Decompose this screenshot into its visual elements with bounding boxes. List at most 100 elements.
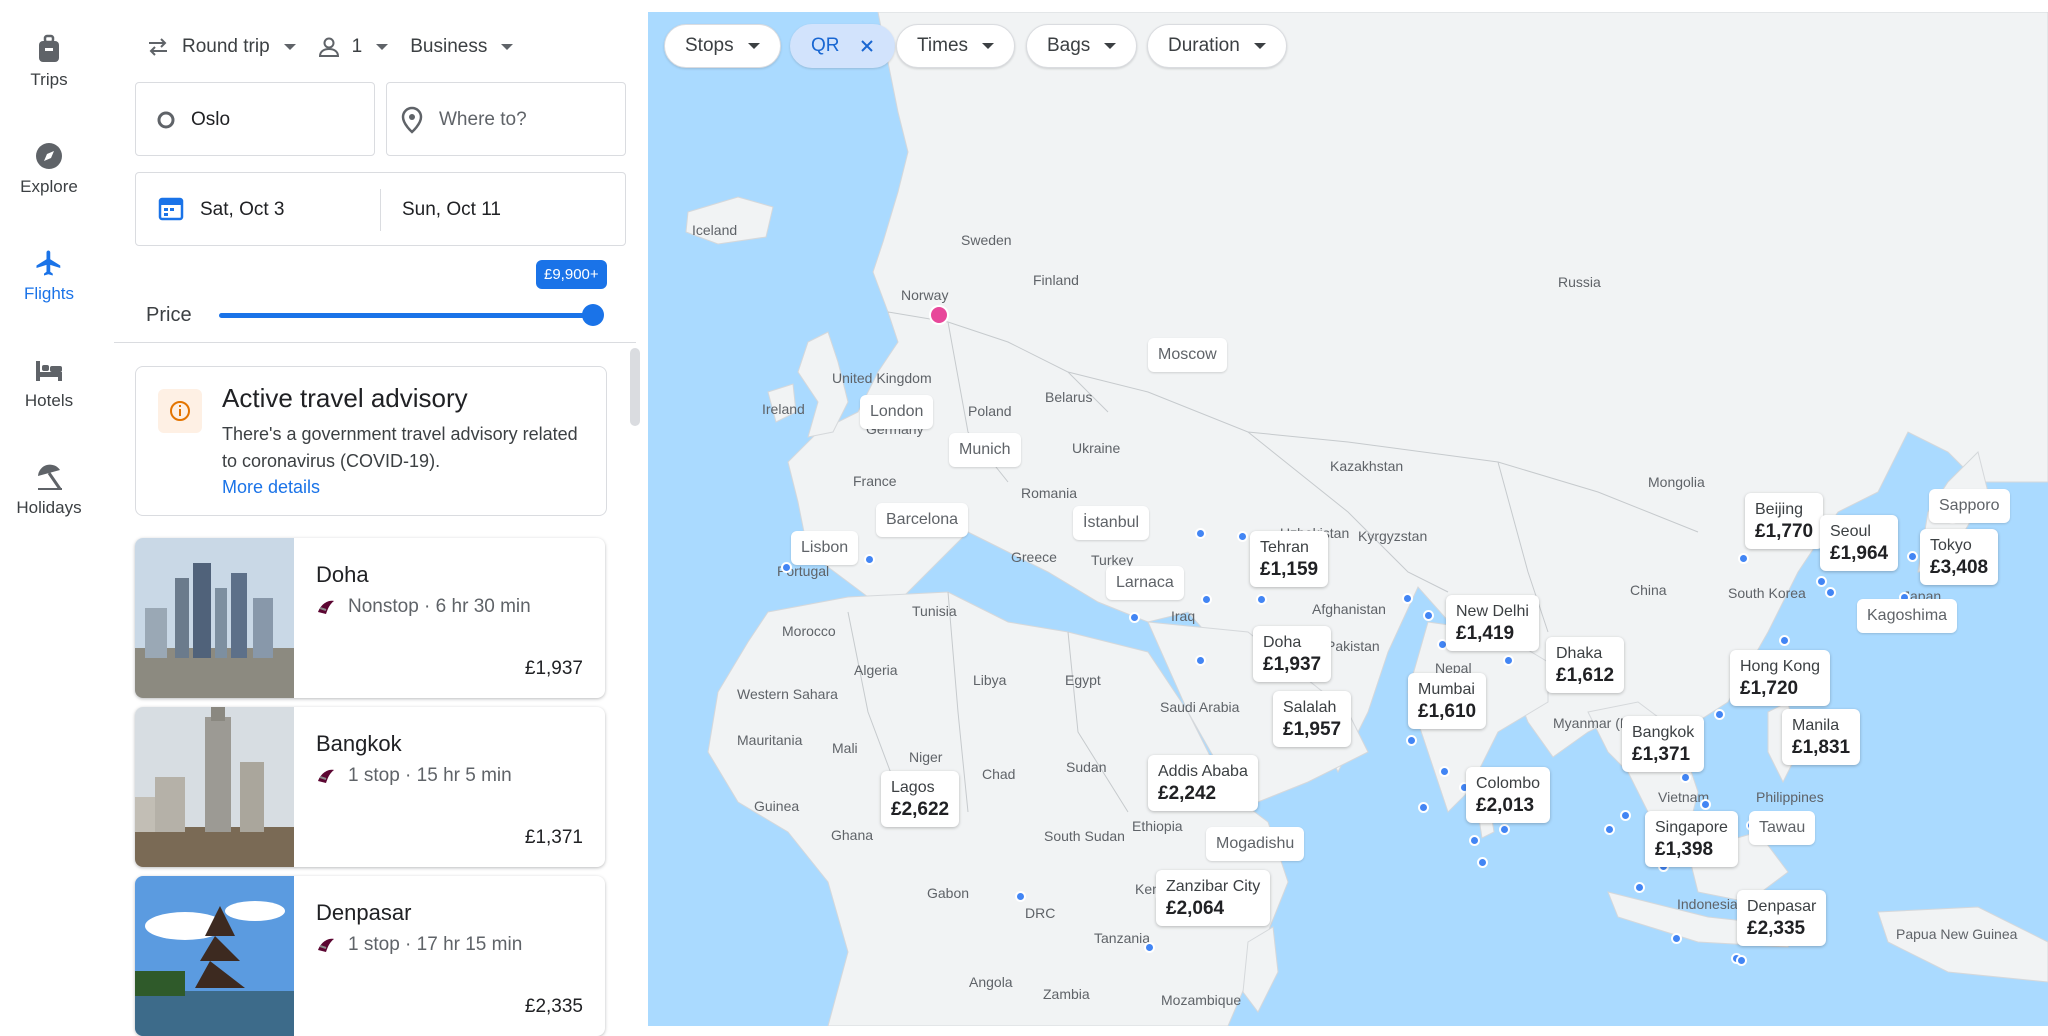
destination-label[interactable]: Salalah £1,957 bbox=[1273, 691, 1352, 747]
map-region-label: Norway bbox=[901, 287, 949, 303]
destination-dot[interactable] bbox=[1439, 766, 1450, 777]
destination-label[interactable]: Doha £1,937 bbox=[1253, 626, 1332, 682]
map-region-label: Tunisia bbox=[912, 603, 957, 619]
destination-dot[interactable] bbox=[1402, 593, 1413, 604]
destination-dot[interactable] bbox=[1129, 612, 1140, 623]
result-card-doha[interactable]: Doha Nonstop · 6 hr 30 min £1,937 bbox=[135, 538, 605, 698]
result-info: Nonstop · 6 hr 30 min bbox=[316, 596, 531, 618]
destination-dot[interactable] bbox=[1816, 576, 1827, 587]
stops-filter-chip[interactable]: Stops bbox=[664, 24, 781, 68]
destination-label[interactable]: Tehran £1,159 bbox=[1250, 531, 1329, 587]
destination-label[interactable]: New Delhi £1,419 bbox=[1446, 595, 1539, 651]
map-city-label[interactable]: London bbox=[860, 395, 934, 429]
destination-dot[interactable] bbox=[1237, 531, 1248, 542]
destination-dot[interactable] bbox=[1620, 810, 1631, 821]
map-region-label: DRC bbox=[1025, 905, 1056, 921]
destination-label[interactable]: Singapore £1,398 bbox=[1645, 811, 1738, 867]
result-card-bangkok[interactable]: Bangkok 1 stop · 15 hr 5 min £1,371 bbox=[135, 707, 605, 867]
destination-label[interactable]: Addis Ababa £2,242 bbox=[1148, 755, 1258, 811]
map-region-label: Saudi Arabia bbox=[1160, 699, 1240, 715]
times-filter-chip[interactable]: Times bbox=[896, 24, 1016, 68]
destination-dot[interactable] bbox=[1469, 835, 1480, 846]
nav-trips[interactable]: Trips bbox=[0, 34, 98, 90]
destination-label[interactable]: Seoul £1,964 bbox=[1820, 515, 1899, 571]
price-slider-track[interactable] bbox=[219, 313, 594, 318]
trip-type-select[interactable]: Round trip bbox=[146, 36, 296, 58]
destination-dot[interactable] bbox=[1680, 772, 1691, 783]
map-city-label[interactable]: Mogadishu bbox=[1206, 827, 1305, 861]
destination-dot[interactable] bbox=[1256, 594, 1267, 605]
price-slider-handle[interactable] bbox=[582, 304, 604, 326]
nav-explore[interactable]: Explore bbox=[0, 141, 98, 197]
destination-dot[interactable] bbox=[1714, 709, 1725, 720]
map-city-label[interactable]: Kagoshima bbox=[1857, 599, 1958, 633]
destination-dot[interactable] bbox=[1700, 799, 1711, 810]
destination-dot[interactable] bbox=[1736, 955, 1747, 966]
destination-dot[interactable] bbox=[1015, 891, 1026, 902]
explore-map[interactable]: Iceland Sweden Norway Finland Russia United K… bbox=[648, 12, 2048, 1026]
map-city-label[interactable]: Lisbon bbox=[791, 531, 859, 565]
destination-dot[interactable] bbox=[1195, 655, 1206, 666]
date-field[interactable]: Sat, Oct 3 Sun, Oct 11 bbox=[135, 172, 626, 246]
destination-dot[interactable] bbox=[864, 554, 875, 565]
destination-dot[interactable] bbox=[1499, 824, 1510, 835]
destination-dot[interactable] bbox=[1738, 553, 1749, 564]
destination-label[interactable]: Beijing £1,770 bbox=[1745, 493, 1824, 549]
destination-dot[interactable] bbox=[1195, 528, 1206, 539]
destination-dot[interactable] bbox=[1503, 655, 1514, 666]
destination-dot[interactable] bbox=[1671, 933, 1682, 944]
destination-label[interactable]: Dhaka £1,612 bbox=[1546, 637, 1625, 693]
airline-filter-chip[interactable]: QR bbox=[790, 24, 895, 68]
destination-dot[interactable] bbox=[1418, 802, 1429, 813]
destination-dot[interactable] bbox=[1825, 587, 1836, 598]
destination-dot[interactable] bbox=[781, 562, 792, 573]
destination-dot[interactable] bbox=[1604, 824, 1615, 835]
chevron-down-icon bbox=[501, 44, 514, 50]
destination-price: £2,064 bbox=[1166, 898, 1225, 919]
destination-dot[interactable] bbox=[1907, 551, 1918, 562]
cabin-select[interactable]: Business bbox=[410, 36, 514, 58]
map-city-label[interactable]: Larnaca bbox=[1106, 566, 1184, 600]
map-city-label[interactable]: Munich bbox=[949, 433, 1021, 467]
results-scrollbar[interactable] bbox=[630, 348, 640, 426]
destination-label[interactable]: Manila £1,831 bbox=[1782, 709, 1861, 765]
destination-dot[interactable] bbox=[1201, 594, 1212, 605]
map-city-label[interactable]: Tawau bbox=[1749, 811, 1816, 845]
origin-field[interactable]: Oslo bbox=[135, 82, 375, 156]
destination-dot[interactable] bbox=[1144, 942, 1155, 953]
return-date[interactable]: Sun, Oct 11 bbox=[402, 199, 501, 221]
destination-label[interactable]: Lagos £2,622 bbox=[881, 771, 960, 827]
destination-dot[interactable] bbox=[1779, 635, 1790, 646]
result-info: 1 stop · 17 hr 15 min bbox=[316, 934, 522, 956]
passengers-select[interactable]: 1 bbox=[318, 36, 389, 58]
destination-label[interactable]: Colombo £2,013 bbox=[1466, 767, 1551, 823]
destination-label[interactable]: Mumbai £1,610 bbox=[1408, 673, 1487, 729]
times-filter-label: Times bbox=[917, 35, 969, 56]
destination-field[interactable]: Where to? bbox=[386, 82, 626, 156]
result-card-denpasar[interactable]: Denpasar 1 stop · 17 hr 15 min £2,335 bbox=[135, 876, 605, 1036]
destination-dot[interactable] bbox=[1423, 610, 1434, 621]
destination-dot[interactable] bbox=[1477, 857, 1488, 868]
map-city-label[interactable]: Moscow bbox=[1148, 338, 1227, 372]
destination-label[interactable]: Hong Kong £1,720 bbox=[1730, 650, 1831, 706]
bags-filter-chip[interactable]: Bags bbox=[1026, 24, 1138, 68]
close-icon[interactable] bbox=[860, 39, 874, 53]
depart-date[interactable]: Sat, Oct 3 bbox=[200, 199, 284, 221]
destination-dot[interactable] bbox=[1406, 735, 1417, 746]
destination-label[interactable]: Bangkok £1,371 bbox=[1622, 716, 1705, 772]
nav-holidays[interactable]: Holidays bbox=[0, 462, 98, 518]
destination-city: New Delhi bbox=[1456, 603, 1529, 620]
advisory-more-link[interactable]: More details bbox=[222, 477, 320, 498]
map-region-label: Morocco bbox=[782, 623, 836, 639]
destination-label[interactable]: Tokyo £3,408 bbox=[1920, 529, 1999, 585]
destination-dot[interactable] bbox=[1634, 882, 1645, 893]
duration-filter-chip[interactable]: Duration bbox=[1147, 24, 1287, 68]
nav-flights[interactable]: Flights bbox=[0, 248, 98, 304]
map-city-label[interactable]: Sapporo bbox=[1929, 489, 2010, 523]
nav-hotels[interactable]: Hotels bbox=[0, 355, 98, 411]
map-city-label[interactable]: İstanbul bbox=[1073, 506, 1150, 540]
map-region-label: Ireland bbox=[762, 401, 805, 417]
map-city-label[interactable]: Barcelona bbox=[876, 503, 969, 537]
destination-label[interactable]: Denpasar £2,335 bbox=[1737, 890, 1827, 946]
destination-label[interactable]: Zanzibar City £2,064 bbox=[1156, 870, 1271, 926]
